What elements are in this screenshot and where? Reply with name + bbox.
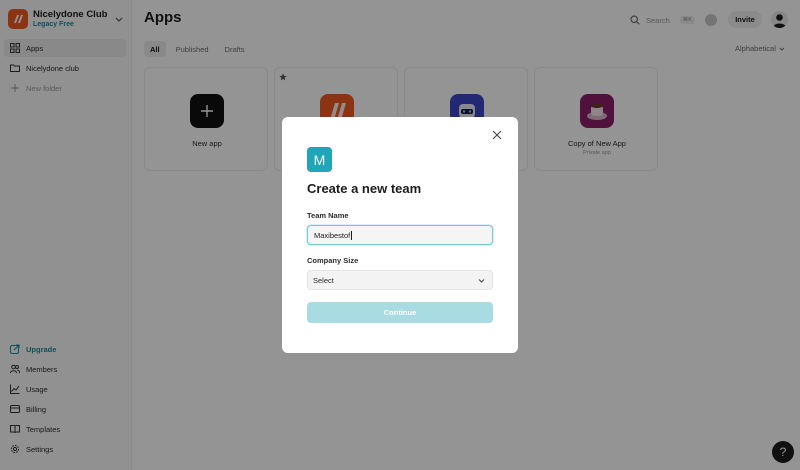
company-size-label: Company Size xyxy=(307,256,359,265)
text-caret xyxy=(351,230,353,240)
team-name-input[interactable]: Maxibestof xyxy=(307,225,493,245)
continue-button[interactable]: Continue xyxy=(307,302,493,323)
close-icon[interactable] xyxy=(491,129,503,141)
create-team-dialog: M Create a new team Team Name Maxibestof… xyxy=(282,117,518,353)
chevron-down-icon xyxy=(478,279,485,283)
dialog-title: Create a new team xyxy=(307,181,422,196)
team-name-value: Maxibestof xyxy=(314,230,351,240)
team-initial-badge: M xyxy=(307,147,332,172)
company-size-select[interactable]: Select xyxy=(307,270,493,290)
team-name-label: Team Name xyxy=(307,211,349,220)
company-size-value: Select xyxy=(313,275,334,285)
